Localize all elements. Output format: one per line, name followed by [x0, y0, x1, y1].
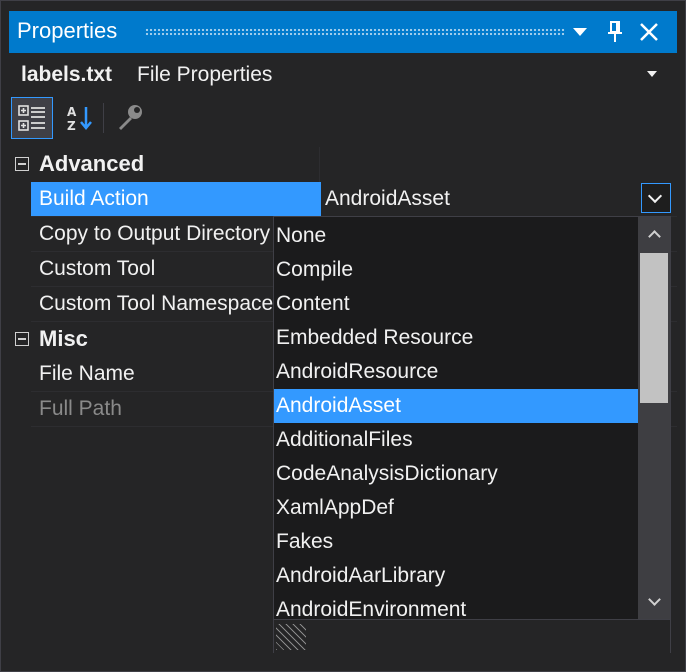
property-value[interactable]: AndroidAsset [321, 182, 677, 216]
build-action-dropdown: None Compile Content Embedded Resource A… [273, 216, 671, 653]
dropdown-option[interactable]: Embedded Resource [274, 321, 638, 355]
dropdown-option[interactable]: AndroidResource [274, 355, 638, 389]
wrench-icon [119, 105, 142, 130]
property-row-build-action[interactable]: Build Action AndroidAsset [31, 182, 677, 217]
object-type: File Properties [137, 63, 273, 86]
property-pages-button[interactable] [109, 97, 151, 139]
dropdown-option[interactable]: Compile [274, 253, 638, 287]
resize-grip-icon[interactable] [276, 624, 306, 650]
category-label: Advanced [39, 151, 145, 176]
chevron-down-icon[interactable] [641, 183, 671, 213]
categorized-button[interactable] [11, 97, 53, 139]
toolbar-separator [103, 103, 104, 133]
pin-icon[interactable] [600, 17, 630, 47]
dropdown-arrow-icon[interactable] [565, 17, 595, 47]
dropdown-option[interactable]: AdditionalFiles [274, 423, 638, 457]
dropdown-scrollbar[interactable] [638, 217, 670, 619]
dropdown-option-selected[interactable]: AndroidAsset [274, 389, 638, 423]
window-title: Properties [17, 18, 118, 43]
dropdown-resize-bar [274, 619, 670, 653]
property-name: Build Action [31, 182, 321, 216]
category-advanced[interactable]: Advanced [9, 147, 677, 182]
category-label: Misc [39, 326, 88, 351]
alphabetical-button[interactable]: A Z [59, 97, 101, 139]
object-selector[interactable]: labels.txt File Properties [9, 57, 677, 93]
title-bar[interactable]: Properties [9, 11, 677, 53]
scroll-up-icon[interactable] [638, 217, 670, 251]
collapse-icon[interactable] [15, 157, 29, 171]
dropdown-list: None Compile Content Embedded Resource A… [274, 217, 638, 619]
title-bar-grip[interactable] [145, 28, 565, 36]
object-name: labels.txt [21, 63, 113, 86]
scroll-down-icon[interactable] [638, 585, 670, 619]
dropdown-option[interactable]: AndroidEnvironment [274, 593, 638, 619]
dropdown-option[interactable]: XamlAppDef [274, 491, 638, 525]
chevron-down-icon[interactable] [647, 71, 657, 77]
close-icon[interactable] [634, 17, 664, 47]
alphabetical-icon: A Z [67, 105, 92, 133]
properties-window: Properties labels.txt File Properties A … [0, 0, 686, 672]
svg-text:Z: Z [67, 119, 76, 133]
categorized-icon [18, 105, 45, 131]
collapse-icon[interactable] [15, 332, 29, 346]
dropdown-option[interactable]: Content [274, 287, 638, 321]
scrollbar-thumb[interactable] [640, 253, 668, 403]
dropdown-option[interactable]: Fakes [274, 525, 638, 559]
dropdown-option[interactable]: AndroidAarLibrary [274, 559, 638, 593]
dropdown-option[interactable]: None [274, 219, 638, 253]
svg-text:A: A [67, 105, 77, 119]
dropdown-option[interactable]: CodeAnalysisDictionary [274, 457, 638, 491]
toolbar: A Z [9, 95, 677, 141]
